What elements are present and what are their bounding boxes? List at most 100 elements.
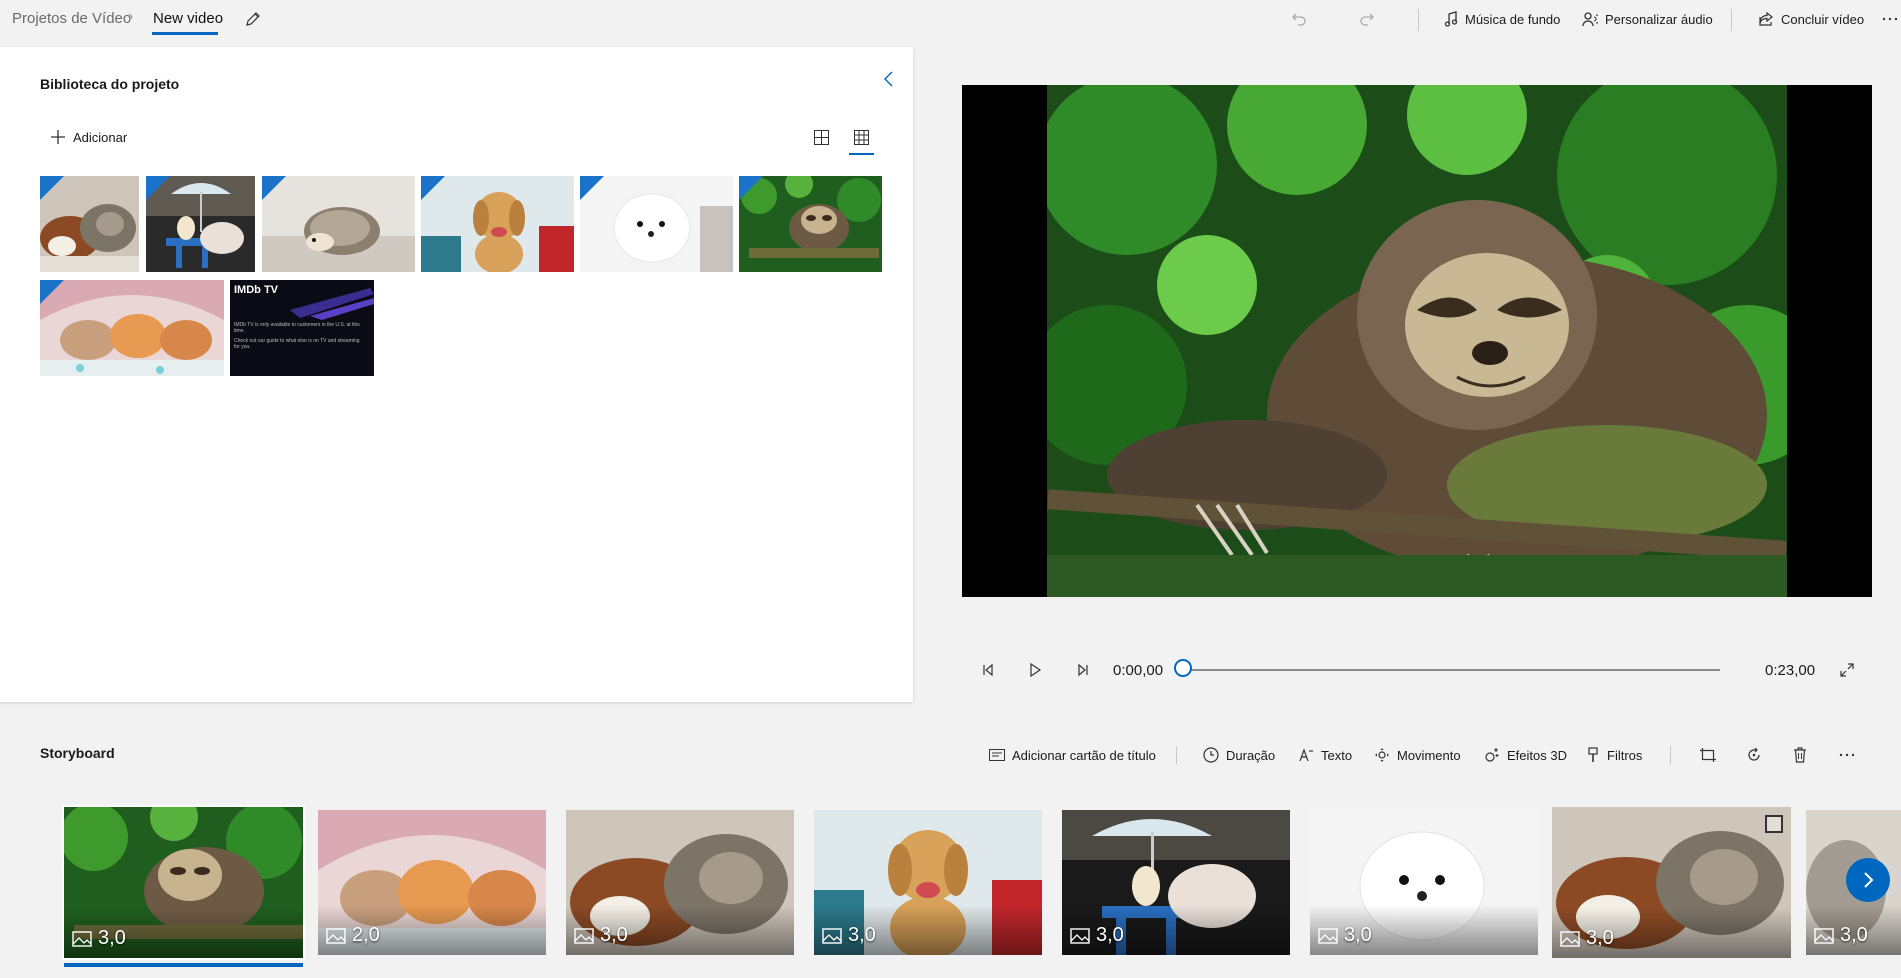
storyboard-more-button[interactable]: [1837, 745, 1857, 765]
in-use-marker: [146, 176, 170, 200]
in-use-marker: [40, 176, 64, 200]
clip-duration-value: 2,0: [352, 924, 380, 946]
clip-duration-value: 3,0: [848, 924, 876, 946]
storyboard-clip[interactable]: 2,0: [318, 810, 546, 955]
library-item[interactable]: [262, 176, 415, 272]
storyboard-clip[interactable]: 3,0: [1310, 810, 1538, 955]
imdb-notice-line: Check out our guide to what else is on T…: [234, 338, 360, 350]
storyboard-clip[interactable]: 3,0: [1552, 807, 1791, 958]
imdb-notice-line: IMDb TV is only available to customers i…: [234, 322, 360, 334]
small-thumbnails-view-button[interactable]: [851, 127, 871, 147]
image-icon: [326, 927, 346, 944]
chevron-left-icon: [882, 71, 896, 87]
add-media-button[interactable]: Adicionar: [50, 127, 127, 147]
duration-button[interactable]: Duração: [1203, 745, 1275, 765]
motion-button[interactable]: Movimento: [1374, 745, 1461, 765]
kittens-thumbnail: [40, 280, 224, 376]
custom-audio-button[interactable]: Personalizar áudio: [1582, 8, 1713, 30]
background-music-button[interactable]: Música de fundo: [1444, 8, 1560, 30]
seek-bar[interactable]: [1185, 669, 1720, 671]
clip-duration-value: 3,0: [1840, 924, 1868, 946]
breadcrumb-parent[interactable]: Projetos de Vídeo: [12, 10, 131, 27]
text-label: Texto: [1321, 747, 1353, 763]
rotate-button[interactable]: [1744, 745, 1764, 765]
storyboard-clip[interactable]: 3,0: [1062, 810, 1290, 955]
fullscreen-button[interactable]: [1837, 660, 1857, 680]
library-item[interactable]: [739, 176, 882, 272]
clip-duration: 3,0: [574, 924, 628, 947]
in-use-marker: [40, 280, 64, 304]
edit-icon[interactable]: [242, 8, 264, 30]
custom-audio-label: Personalizar áudio: [1605, 11, 1713, 27]
storyboard-title: Storyboard: [40, 745, 115, 761]
breadcrumb-active-underline: [152, 32, 218, 35]
next-frame-button[interactable]: [1073, 660, 1093, 680]
more-icon[interactable]: [1879, 8, 1901, 30]
play-icon: [1028, 663, 1042, 677]
sparkle-icon: [1484, 747, 1500, 763]
redo-icon[interactable]: [1356, 8, 1378, 30]
grid-large-icon: [813, 129, 829, 145]
storyboard-next-button[interactable]: [1846, 858, 1890, 902]
in-use-marker: [580, 176, 604, 200]
library-title: Biblioteca do projeto: [40, 76, 180, 92]
play-button[interactable]: [1025, 660, 1045, 680]
filters-button[interactable]: Filtros: [1586, 745, 1642, 765]
project-library-panel: Biblioteca do projeto Adicionar IMDb TV …: [0, 47, 913, 702]
total-time: 0:23,00: [1765, 662, 1816, 679]
storyboard-divider: [1176, 746, 1177, 764]
clip-duration: 3,0: [72, 927, 126, 950]
add-title-card-label: Adicionar cartão de título: [1012, 747, 1156, 763]
library-item[interactable]: [146, 176, 255, 272]
clip-select-checkbox[interactable]: [1765, 815, 1783, 833]
expand-icon: [1840, 663, 1854, 677]
player-controls: 0:00,00 0:23,00: [962, 655, 1872, 685]
preview-frame: [1047, 85, 1787, 597]
background-music-label: Música de fundo: [1465, 11, 1561, 27]
clip-duration: 3,0: [1814, 924, 1868, 947]
library-item[interactable]: IMDb TV IMDb TV is only available to cus…: [230, 280, 374, 376]
clip-duration: 3,0: [1318, 924, 1372, 947]
finish-video-button[interactable]: Concluir vídeo: [1758, 8, 1864, 30]
in-use-marker: [262, 176, 286, 200]
library-item[interactable]: [40, 176, 139, 272]
toolbar-divider: [1731, 9, 1732, 31]
chevron-right-icon: [1860, 871, 1876, 889]
seek-handle[interactable]: [1174, 659, 1192, 677]
step-back-icon: [981, 663, 995, 677]
image-icon: [1318, 927, 1338, 944]
current-time: 0:00,00: [1113, 662, 1164, 679]
more-icon: [1839, 747, 1855, 763]
storyboard-divider: [1670, 746, 1671, 764]
library-item[interactable]: [421, 176, 574, 272]
3d-effects-button[interactable]: Efeitos 3D: [1484, 745, 1567, 765]
clock-icon: [1203, 747, 1219, 763]
image-icon: [1560, 930, 1580, 947]
in-use-marker: [739, 176, 763, 200]
share-icon: [1758, 11, 1774, 27]
motion-label: Movimento: [1397, 747, 1461, 763]
step-forward-icon: [1076, 663, 1090, 677]
library-item[interactable]: [580, 176, 733, 272]
delete-button[interactable]: [1790, 745, 1810, 765]
crop-icon: [1700, 748, 1716, 762]
text-button[interactable]: Texto: [1298, 745, 1352, 765]
library-item[interactable]: [40, 280, 224, 376]
video-preview: [962, 85, 1872, 597]
previous-frame-button[interactable]: [978, 660, 998, 680]
storyboard-clip[interactable]: 3,0: [62, 805, 305, 960]
imdb-tv-logo: IMDb TV: [234, 284, 278, 296]
storyboard-clip[interactable]: 3,0: [566, 810, 794, 955]
collapse-library-button[interactable]: [882, 71, 896, 87]
clip-duration-value: 3,0: [1344, 924, 1372, 946]
breadcrumb-current[interactable]: New video: [153, 10, 223, 27]
image-icon: [822, 927, 842, 944]
large-thumbnails-view-button[interactable]: [811, 127, 831, 147]
add-media-label: Adicionar: [73, 129, 128, 145]
top-bar: Projetos de Vídeo › New video Música de …: [0, 0, 1901, 38]
crop-button[interactable]: [1698, 745, 1718, 765]
storyboard-clip[interactable]: 3,0: [814, 810, 1042, 955]
clip-duration-value: 3,0: [1586, 927, 1614, 949]
add-title-card-button[interactable]: Adicionar cartão de título: [989, 745, 1156, 765]
undo-icon[interactable]: [1288, 8, 1310, 30]
